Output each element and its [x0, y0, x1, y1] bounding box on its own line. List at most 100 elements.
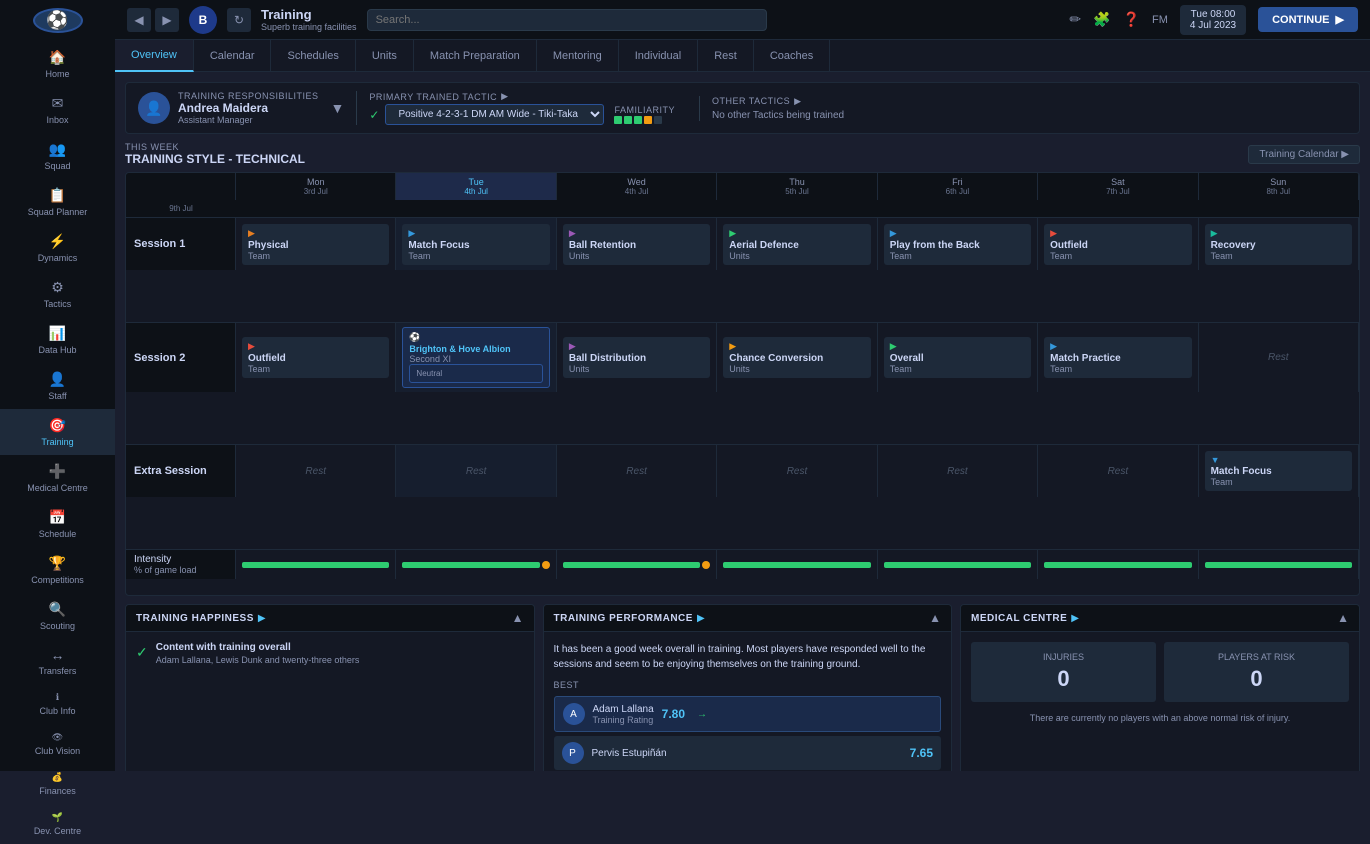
session1-mon[interactable]: ▶ Physical Team [236, 218, 396, 270]
sidebar-item-data-hub[interactable]: 📊 Data Hub [0, 317, 115, 363]
search-input[interactable] [367, 9, 767, 31]
puzzle-icon[interactable]: 🧩 [1093, 11, 1110, 28]
extra-session-label: Extra Session [126, 445, 236, 497]
tab-coaches[interactable]: Coaches [754, 40, 830, 72]
session1-tue[interactable]: ▶ Match Focus Team [396, 218, 556, 270]
session1-fri[interactable]: ▶ Play from the Back Team [878, 218, 1038, 270]
edit-icon[interactable]: ✏ [1069, 11, 1081, 28]
performance-toggle-icon[interactable]: ▲ [929, 611, 941, 625]
happiness-toggle-icon[interactable]: ▲ [512, 611, 524, 625]
recovery-card[interactable]: ▶ Recovery Team [1205, 224, 1352, 265]
sidebar-item-inbox[interactable]: ✉ Inbox [0, 87, 115, 133]
intensity-sat [1038, 550, 1198, 579]
tab-rest[interactable]: Rest [698, 40, 754, 72]
ball-retention-card[interactable]: ▶ Ball Retention Units [563, 224, 710, 265]
tab-match-prep[interactable]: Match Preparation [414, 40, 537, 72]
sidebar-item-squad[interactable]: 👥 Squad [0, 133, 115, 179]
nav-refresh-button[interactable]: ↻ [227, 8, 251, 32]
top-player-rating: 7.80 [662, 707, 685, 721]
continue-button[interactable]: CONTINUE ▶ [1258, 7, 1358, 32]
happiness-arrow-icon[interactable]: ▶ [258, 613, 266, 624]
sidebar-item-medical[interactable]: ➕ Medical Centre [0, 455, 115, 501]
training-calendar: Mon3rd Jul Tue4th Jul Wed4th Jul Thu5th … [125, 172, 1360, 596]
session1-wed[interactable]: ▶ Ball Retention Units [557, 218, 717, 270]
sidebar-item-competitions[interactable]: 🏆 Competitions [0, 547, 115, 593]
top-player-avatar: A [563, 703, 585, 725]
medical-toggle-icon[interactable]: ▲ [1337, 611, 1349, 625]
club-vision-icon: 👁 [52, 732, 63, 743]
risk-stat: PLAYERS AT RISK 0 [1164, 642, 1349, 702]
sidebar-item-transfers[interactable]: ↔ Transfers [0, 639, 115, 684]
calendar-header-thu: Thu5th Jul [717, 173, 877, 200]
familiarity-section: FAMILIARITY [614, 105, 675, 124]
top-player-item[interactable]: A Adam Lallana Training Rating 7.80 → [554, 696, 942, 732]
aerial-defence-card[interactable]: ▶ Aerial Defence Units [723, 224, 870, 265]
intensity-bar-sun [1205, 562, 1352, 568]
sidebar-item-squad-planner[interactable]: 📋 Squad Planner [0, 179, 115, 225]
sidebar-item-club-info[interactable]: ℹ Club Info [0, 684, 115, 724]
tactic-select[interactable]: Positive 4-2-3-1 DM AM Wide - Tiki-Taka [385, 104, 604, 125]
squad-planner-icon: 📋 [49, 187, 66, 204]
happiness-panel-header: TRAINING HAPPINESS ▶ ▲ [126, 605, 534, 632]
match-practice-card[interactable]: ▶ Match Practice Team [1044, 337, 1191, 378]
home-icon: 🏠 [49, 49, 66, 66]
session1-sat[interactable]: ▶ Outfield Team [1038, 218, 1198, 270]
match-focus-card-tue[interactable]: ▶ Match Focus Team [402, 224, 549, 265]
main-content: 👤 TRAINING RESPONSIBILITIES Andrea Maide… [115, 72, 1370, 771]
help-icon[interactable]: ❓ [1123, 11, 1140, 28]
sidebar: ⚽ 🏠 Home ✉ Inbox 👥 Squad 📋 Squad Planner… [0, 0, 115, 771]
sidebar-item-tactics[interactable]: ⚙ Tactics [0, 271, 115, 317]
performance-arrow-icon[interactable]: ▶ [697, 613, 705, 624]
overall-card[interactable]: ▶ Overall Team [884, 337, 1031, 378]
bottom-panels: TRAINING HAPPINESS ▶ ▲ ✓ Content with tr… [125, 604, 1360, 771]
outfield-card-s1[interactable]: ▶ Outfield Team [1044, 224, 1191, 265]
outfield-card-s2[interactable]: ▶ Outfield Team [242, 337, 389, 378]
sidebar-item-scouting[interactable]: 🔍 Scouting [0, 593, 115, 639]
calendar-header-mon: Mon3rd Jul [236, 173, 396, 200]
tab-units[interactable]: Units [356, 40, 414, 72]
session1-thu[interactable]: ▶ Aerial Defence Units [717, 218, 877, 270]
sidebar-item-dev-centre[interactable]: 🌱 Dev. Centre [0, 804, 115, 844]
nav-next-button[interactable]: ▶ [155, 8, 179, 32]
intensity-sun [1199, 550, 1359, 579]
tab-overview[interactable]: Overview [115, 40, 194, 72]
extra-sun[interactable]: ▼ Match Focus Team [1199, 445, 1359, 497]
nav-prev-button[interactable]: ◀ [127, 8, 151, 32]
ball-distribution-card[interactable]: ▶ Ball Distribution Units [563, 337, 710, 378]
sidebar-item-schedule[interactable]: 📅 Schedule [0, 501, 115, 547]
extra-tue: Rest [396, 445, 556, 497]
tab-individual[interactable]: Individual [619, 40, 698, 72]
session1-sun[interactable]: ▶ Recovery Team [1199, 218, 1359, 270]
match-focus-card-sun[interactable]: ▼ Match Focus Team [1205, 451, 1352, 491]
ballretention-icon: ▶ [569, 228, 704, 239]
session2-thu[interactable]: ▶ Chance Conversion Units [717, 323, 877, 392]
primary-tactic-arrow-icon: ▶ [501, 91, 508, 102]
player-2-item[interactable]: P Pervis Estupiñán 7.65 [554, 736, 942, 770]
tabbar: Overview Calendar Schedules Units Match … [115, 40, 1370, 72]
tab-calendar[interactable]: Calendar [194, 40, 272, 72]
chance-conversion-card[interactable]: ▶ Chance Conversion Units [723, 337, 870, 378]
sidebar-item-training[interactable]: 🎯 Training [0, 409, 115, 455]
intensity-wed [557, 550, 717, 579]
session2-wed[interactable]: ▶ Ball Distribution Units [557, 323, 717, 392]
session2-tue[interactable]: ⚽ Brighton & Hove Albion Second XI Neutr… [396, 323, 556, 392]
session2-mon[interactable]: ▶ Outfield Team [236, 323, 396, 392]
play-from-back-card[interactable]: ▶ Play from the Back Team [884, 224, 1031, 265]
physical-card[interactable]: ▶ Physical Team [242, 224, 389, 265]
sidebar-item-staff[interactable]: 👤 Staff [0, 363, 115, 409]
medical-panel-title: MEDICAL CENTRE [971, 613, 1067, 624]
sidebar-item-dynamics[interactable]: ⚡ Dynamics [0, 225, 115, 271]
session2-sat[interactable]: ▶ Match Practice Team [1038, 323, 1198, 392]
sidebar-item-finances[interactable]: 💰 Finances [0, 764, 115, 804]
sidebar-item-club-vision[interactable]: 👁 Club Vision [0, 724, 115, 764]
medical-arrow-icon[interactable]: ▶ [1071, 613, 1079, 624]
training-calendar-button[interactable]: Training Calendar ▶ [1248, 145, 1360, 164]
medical-panel-header: MEDICAL CENTRE ▶ ▲ [961, 605, 1359, 632]
resp-expand-icon[interactable]: ▼ [331, 100, 345, 116]
session2-fri[interactable]: ▶ Overall Team [878, 323, 1038, 392]
tab-mentoring[interactable]: Mentoring [537, 40, 619, 72]
sidebar-item-home[interactable]: 🏠 Home [0, 41, 115, 87]
staff-icon: 👤 [49, 371, 66, 388]
tab-schedules[interactable]: Schedules [271, 40, 355, 72]
brighton-friendly-card[interactable]: ⚽ Brighton & Hove Albion Second XI Neutr… [402, 327, 549, 388]
